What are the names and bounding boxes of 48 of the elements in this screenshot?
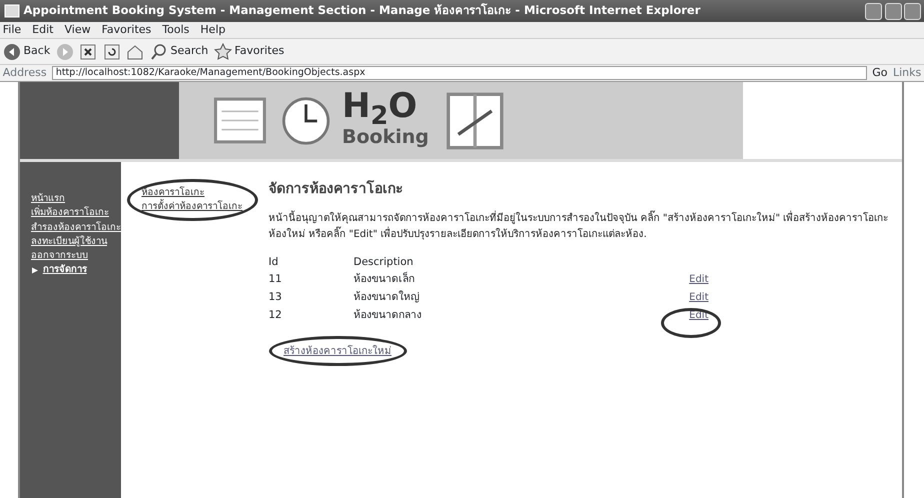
back-icon: [2, 42, 21, 60]
refresh-icon[interactable]: [102, 42, 121, 60]
submenu-link[interactable]: ห้องคาราโอเกะ: [142, 186, 242, 200]
sidebar-link[interactable]: เพิ่มห้องคาราโอเกะ: [31, 206, 109, 220]
menu-item[interactable]: Favorites: [102, 22, 152, 38]
address-label: Address: [2, 64, 47, 81]
search-icon: [150, 42, 168, 60]
table-cell-text: 12: [268, 308, 283, 323]
table-cell-text: ห้องขนาดกลาง: [354, 308, 422, 323]
logo-text: H$_{2}$O: [342, 89, 418, 124]
column-header: Id: [268, 254, 280, 270]
window-title: Appointment Booking System - Management Section - Manage ห้องคาราโอเกะ - Microsoft Internet Explorer: [24, 2, 702, 20]
sidebar-link[interactable]: สำรองห้องคาราโอเกะ: [31, 220, 121, 235]
minimize-button[interactable]: [864, 2, 882, 20]
home-icon[interactable]: [126, 42, 144, 60]
menu-item[interactable]: Edit: [32, 22, 54, 38]
menu-item[interactable]: Tools: [162, 22, 190, 38]
menu-item[interactable]: File: [2, 22, 22, 38]
go-button[interactable]: Go: [872, 64, 888, 82]
page-heading: จัดการห้องคาราโอเกะ: [268, 179, 404, 198]
submenu-link[interactable]: การตั้งค่าห้องคาราโอเกะ: [142, 200, 242, 214]
browser-icon: [2, 2, 21, 20]
sidebar-link[interactable]: ออกจากระบบ: [31, 249, 88, 264]
star-icon: [214, 42, 232, 60]
edit-link[interactable]: Edit: [689, 292, 708, 303]
search-button[interactable]: Search: [150, 42, 208, 60]
table-cell-text: 11: [268, 272, 283, 288]
table-cell-text: 13: [268, 290, 283, 305]
maximize-button[interactable]: [884, 2, 902, 20]
close-button[interactable]: [904, 2, 922, 20]
favorites-button[interactable]: Favorites: [214, 42, 284, 60]
sidebar-link[interactable]: หน้าแรก: [31, 192, 65, 206]
sidebar-link[interactable]: การจัดการ: [42, 263, 87, 278]
menu-item[interactable]: View: [64, 22, 91, 38]
logo-subtitle: Booking: [342, 125, 429, 150]
create-room-link[interactable]: สร้างห้องคาราโอเกะใหม่: [284, 346, 392, 356]
stop-icon[interactable]: [79, 42, 98, 60]
clock-drawing: [281, 96, 331, 146]
address-field[interactable]: http://localhost:1082/Karaoke/Management/BookingObjects.aspx: [52, 66, 867, 80]
edit-link[interactable]: Edit: [689, 274, 708, 286]
table-cell-text: ห้องขนาดเล็ก: [354, 271, 416, 288]
description-text: หน้านี้อนุญาตให้คุณสามารถจัดการห้องคาราโอเกะที่มีอยู่ในระบบการสำรองในปัจจุบัน คลิ๊ก "สร้างห้องคาราโอเกะใหม่" เพื่อสร้างห้องคาราโอเกะห้องใหม่ หรือคลิ๊ก "Edit" เพื่อปรับปรุงรายละเอียดการให้บริการห้องคาราโอเกะแต่ละห้อง.: [268, 210, 890, 242]
column-header: Description: [354, 254, 414, 270]
links-button[interactable]: Links: [892, 64, 922, 82]
sidebar-link[interactable]: ลงทะเบียนผู้ใช้งาน: [31, 234, 107, 249]
table-cell-text: ห้องขนาดใหญ่: [354, 290, 420, 305]
menu-item[interactable]: Help: [200, 22, 226, 38]
back-button[interactable]: Back: [2, 42, 50, 60]
